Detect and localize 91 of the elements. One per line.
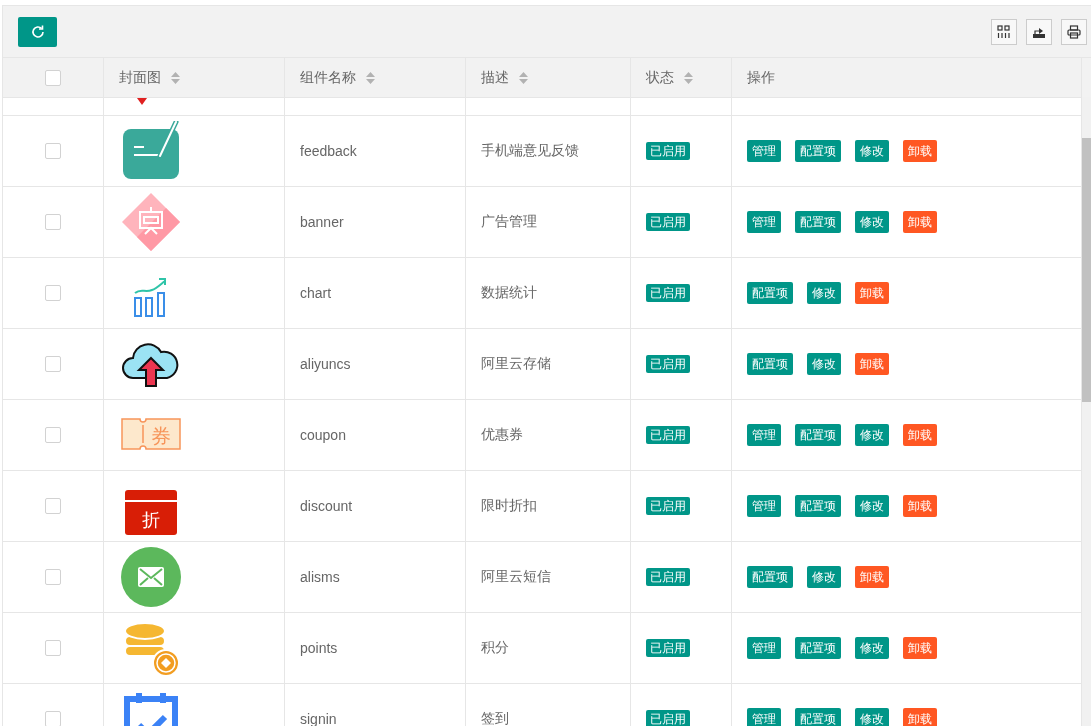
refresh-button[interactable]: [18, 16, 57, 47]
status-tag: 已启用: [646, 426, 690, 444]
action-button[interactable]: 修改: [855, 495, 889, 517]
action-button[interactable]: 管理: [747, 140, 781, 162]
row-checkbox[interactable]: [45, 640, 61, 656]
description-text: 限时折扣: [481, 497, 537, 515]
action-button[interactable]: 卸载: [855, 353, 889, 375]
export-button[interactable]: [1026, 18, 1052, 45]
component-name: aliyuncs: [300, 356, 351, 372]
print-icon: [1067, 24, 1081, 39]
action-button[interactable]: 配置项: [795, 495, 841, 517]
action-button[interactable]: 管理: [747, 424, 781, 446]
action-button[interactable]: 卸载: [903, 637, 937, 659]
action-button[interactable]: 修改: [807, 282, 841, 304]
columns-button[interactable]: [991, 18, 1017, 45]
action-button[interactable]: 配置项: [795, 708, 841, 726]
description-text: 优惠券: [481, 426, 523, 444]
select-all-checkbox[interactable]: [45, 69, 61, 86]
status-tag: 已启用: [646, 497, 690, 515]
column-header: 封面图: [119, 68, 161, 87]
component-name: feedback: [300, 143, 357, 159]
grid-icon: [997, 24, 1011, 39]
action-button[interactable]: 卸载: [855, 282, 889, 304]
action-button[interactable]: 配置项: [795, 211, 841, 233]
component-name: points: [300, 640, 338, 656]
sort-icon[interactable]: [519, 71, 528, 84]
action-button[interactable]: 卸载: [903, 140, 937, 162]
action-button[interactable]: 配置项: [747, 566, 793, 588]
component-name: banner: [300, 214, 344, 230]
description-text: 积分: [481, 639, 509, 657]
column-header: 组件名称: [300, 68, 356, 87]
scrollbar-thumb[interactable]: [1082, 138, 1091, 402]
status-tag: 已启用: [646, 284, 690, 302]
action-button[interactable]: 修改: [855, 211, 889, 233]
status-tag: 已启用: [646, 213, 690, 231]
description-text: 广告管理: [481, 213, 537, 231]
component-name: signin: [300, 711, 337, 726]
action-button[interactable]: 管理: [747, 495, 781, 517]
sort-icon[interactable]: [366, 71, 375, 84]
row-checkbox[interactable]: [45, 569, 61, 585]
action-button[interactable]: 修改: [855, 637, 889, 659]
component-name: chart: [300, 285, 332, 301]
action-button[interactable]: 配置项: [795, 637, 841, 659]
action-button[interactable]: 卸载: [903, 708, 937, 726]
action-button[interactable]: 修改: [807, 566, 841, 588]
sort-icon[interactable]: [684, 71, 693, 84]
description-text: 阿里云存储: [481, 355, 551, 373]
description-text: 手机端意见反馈: [481, 142, 579, 160]
status-tag: 已启用: [646, 710, 690, 726]
status-tag: 已启用: [646, 355, 690, 373]
marker-tip-icon: [137, 98, 147, 105]
action-button[interactable]: 配置项: [747, 353, 793, 375]
column-header: 状态: [646, 68, 674, 87]
action-button[interactable]: 管理: [747, 637, 781, 659]
action-button[interactable]: 管理: [747, 708, 781, 726]
row-checkbox[interactable]: [45, 711, 61, 726]
action-button[interactable]: 卸载: [903, 211, 937, 233]
row-checkbox[interactable]: [45, 498, 61, 514]
refresh-icon: [29, 23, 46, 40]
action-button[interactable]: 管理: [747, 211, 781, 233]
status-tag: 已启用: [646, 639, 690, 657]
envelope-icon: [121, 547, 181, 607]
action-button[interactable]: 卸载: [903, 495, 937, 517]
pen-note-icon: [121, 121, 181, 181]
row-checkbox[interactable]: [45, 427, 61, 443]
action-button[interactable]: 修改: [807, 353, 841, 375]
action-button[interactable]: 修改: [855, 424, 889, 446]
row-checkbox[interactable]: [45, 214, 61, 230]
action-button[interactable]: 配置项: [747, 282, 793, 304]
row-checkbox[interactable]: [45, 285, 61, 301]
action-button[interactable]: 卸载: [855, 566, 889, 588]
action-button[interactable]: 修改: [855, 140, 889, 162]
column-header: 操作: [747, 68, 775, 87]
column-header: 描述: [481, 68, 509, 87]
status-tag: 已启用: [646, 142, 690, 160]
description-text: 数据统计: [481, 284, 537, 302]
presentation-board-icon: [121, 192, 181, 252]
action-button[interactable]: 配置项: [795, 140, 841, 162]
status-tag: 已启用: [646, 568, 690, 586]
component-name: discount: [300, 498, 353, 514]
action-button[interactable]: 修改: [855, 708, 889, 726]
print-button[interactable]: [1061, 18, 1087, 45]
row-checkbox[interactable]: [45, 356, 61, 372]
description-text: 阿里云短信: [481, 568, 551, 586]
component-name: alisms: [300, 569, 340, 585]
action-button[interactable]: 配置项: [795, 424, 841, 446]
row-checkbox[interactable]: [45, 143, 61, 159]
action-button[interactable]: 卸载: [903, 424, 937, 446]
sort-icon[interactable]: [171, 71, 180, 84]
description-text: 签到: [481, 710, 509, 726]
component-name: coupon: [300, 427, 346, 443]
